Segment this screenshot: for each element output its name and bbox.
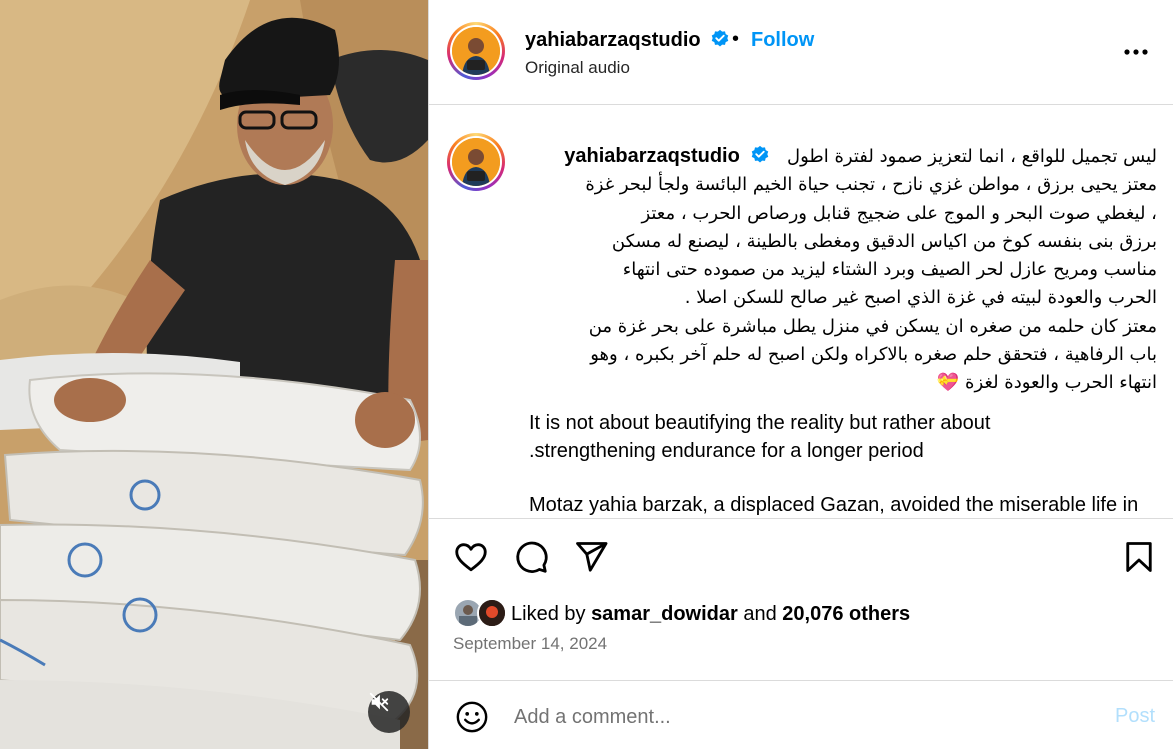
like-button[interactable] (453, 539, 489, 575)
caption-author-avatar[interactable] (447, 133, 505, 191)
caption-english-paragraph-1: Motaz yahia barzak, a displaced Gazan, a… (529, 494, 1139, 516)
header-separator: • (732, 28, 740, 50)
caption-arabic-text: ليس تجميل للواقع ، انما لتعزيز صمود لفتر… (525, 142, 1157, 398)
author-username[interactable]: yahiabarzaqstudio (525, 29, 730, 52)
liker-username[interactable]: samar_dowidar (591, 603, 738, 625)
author-username-text[interactable]: yahiabarzaqstudio (525, 29, 701, 51)
caption-arabic-line-8: انتهاء الحرب والعودة لغزة 💝 (936, 372, 1157, 394)
post-details-panel: yahiabarzaqstudio • Follow Original audi… (428, 0, 1173, 749)
heart-icon (455, 543, 487, 572)
comment-bar: Post (429, 680, 1173, 749)
caption-arabic-line-0: ليس تجميل للواقع ، انما لتعزيز صمود لفتر… (787, 146, 1157, 167)
comment-button[interactable] (513, 539, 549, 575)
caption-arabic-line-2: ، ليغطي صوت البحر و الموج على ضجيج قنابل… (641, 202, 1157, 224)
comment-icon (516, 541, 548, 573)
caption-line: ليس تجميل للواقع ، انما لتعزيز صمود لفتر… (525, 142, 1157, 171)
save-button[interactable] (1121, 539, 1157, 575)
caption-arabic-line-4: مناسب ومريح عازل لحر الصيف وبرد الشتاء ل… (622, 259, 1157, 281)
caption-arabic-line-3: برزق بنى بنفسه كوخ من اكياس الدقيق ومغطى… (611, 230, 1157, 252)
more-options-button[interactable] (1121, 38, 1151, 66)
avatar-image (452, 27, 500, 75)
caption-arabic-line-6: معتز كان حلمه من صغره ان يسكن في منزل يط… (588, 315, 1157, 337)
caption-area: ليس تجميل للواقع ، انما لتعزيز صمود لفتر… (429, 106, 1173, 518)
action-bar (429, 518, 1173, 578)
emoji-button[interactable] (455, 700, 489, 734)
caption-arabic-line-7: باب الرفاهية ، فتحقق حلم صغره بالاكراه و… (590, 344, 1157, 366)
likes-text: Liked by samar_dowidar and 20,076 others (511, 603, 910, 626)
more-options-icon (1124, 49, 1148, 55)
post-comment-button[interactable]: Post (1115, 705, 1155, 728)
post-video[interactable] (0, 0, 428, 749)
audio-link[interactable]: Original audio (525, 58, 630, 78)
post-header: yahiabarzaqstudio • Follow Original audi… (429, 0, 1173, 105)
likes-and: and (743, 603, 777, 625)
follow-button[interactable]: Follow (751, 29, 814, 52)
caption-arabic-line-5: الحرب والعودة لبيته في غزة الذي اصبح غير… (684, 287, 1157, 309)
caption-english-paragraph-0: It is not about beautifying the reality … (529, 412, 991, 462)
verified-badge-icon (751, 145, 768, 163)
emoji-icon (456, 701, 488, 733)
avatar-image (452, 138, 500, 186)
likes-others-link[interactable]: 20,076 others (782, 603, 910, 625)
speaker-muted-icon (369, 692, 389, 712)
bookmark-icon (1126, 542, 1152, 572)
caption-english-text: It is not about beautifying the reality … (529, 410, 1169, 518)
mute-toggle-button[interactable] (368, 691, 410, 733)
verified-badge-icon (711, 29, 729, 47)
share-icon (576, 542, 608, 572)
caption-arabic-line-1: معتز يحيى برزق ، مواطن غزي نازح ، تجنب ح… (585, 174, 1157, 196)
author-avatar[interactable] (447, 22, 505, 80)
share-button[interactable] (573, 539, 609, 575)
liker-avatars[interactable] (453, 598, 509, 628)
liker-avatar (477, 598, 507, 628)
comment-input[interactable] (514, 701, 1074, 733)
post-date[interactable]: September 14, 2024 (453, 634, 607, 654)
caption-username[interactable]: yahiabarzaqstudio (564, 145, 740, 167)
video-frame (0, 0, 428, 749)
likes-prefix: Liked by (511, 603, 586, 625)
